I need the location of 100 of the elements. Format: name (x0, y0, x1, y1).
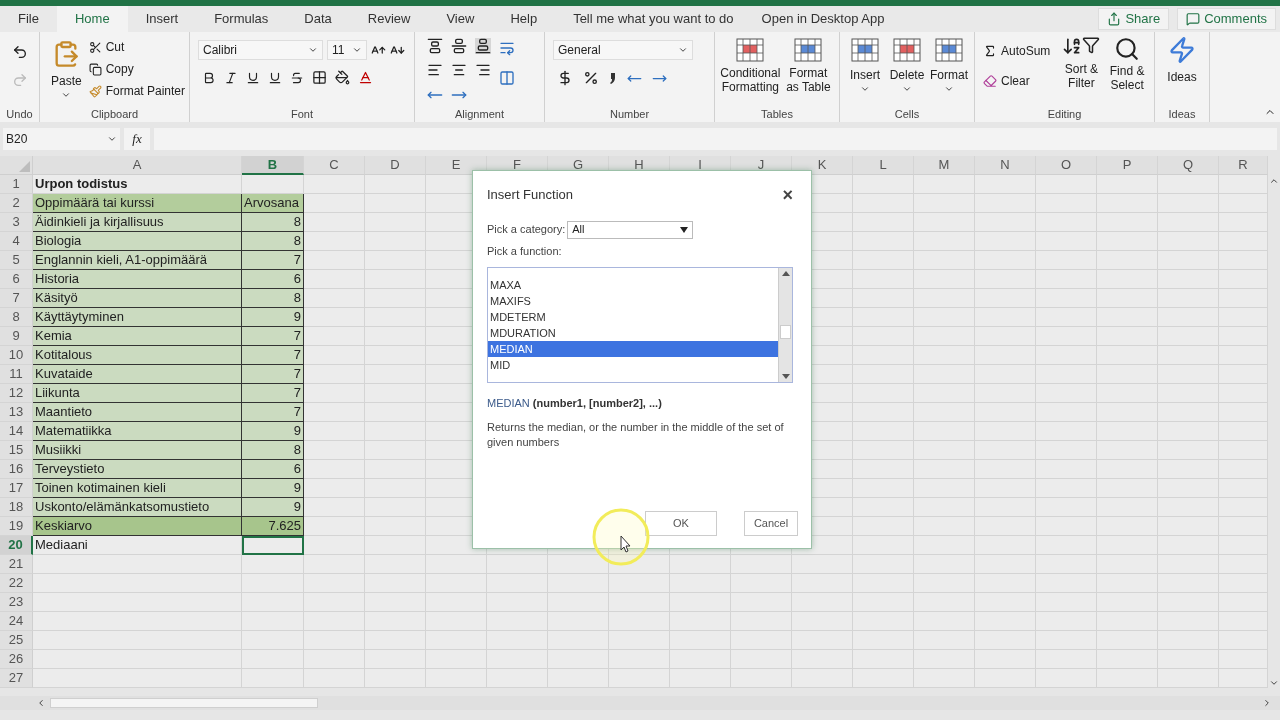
row-header[interactable]: 27 (0, 669, 33, 688)
empty-cell[interactable] (1036, 669, 1097, 688)
fill-color-icon[interactable] (335, 70, 350, 85)
empty-cell[interactable] (1036, 213, 1097, 232)
close-button[interactable]: × (782, 185, 793, 204)
empty-cell[interactable] (304, 536, 365, 555)
empty-cell[interactable] (1158, 441, 1219, 460)
empty-cell[interactable] (426, 612, 487, 631)
empty-cell[interactable] (1158, 422, 1219, 441)
row-header[interactable]: 19 (0, 517, 33, 536)
empty-cell[interactable] (1036, 650, 1097, 669)
empty-cell[interactable] (975, 175, 1036, 194)
empty-cell[interactable] (365, 175, 426, 194)
empty-cell[interactable] (1036, 327, 1097, 346)
empty-cell[interactable] (670, 631, 731, 650)
scrollbar-thumb[interactable] (50, 698, 318, 708)
empty-cell[interactable] (1158, 232, 1219, 251)
empty-cell[interactable] (1097, 536, 1158, 555)
row-header[interactable]: 13 (0, 403, 33, 422)
function-list-item[interactable]: MEDIAN (488, 341, 778, 357)
empty-cell[interactable] (792, 669, 853, 688)
empty-cell[interactable] (609, 593, 670, 612)
empty-cell[interactable] (365, 612, 426, 631)
empty-cell[interactable] (426, 593, 487, 612)
row-header[interactable]: 20 (0, 536, 33, 555)
function-list-item[interactable]: MID (488, 357, 778, 373)
empty-cell[interactable] (365, 574, 426, 593)
empty-cell[interactable] (1036, 593, 1097, 612)
empty-cell[interactable] (1158, 669, 1219, 688)
empty-cell[interactable] (426, 650, 487, 669)
empty-cell[interactable] (1097, 327, 1158, 346)
empty-cell[interactable] (609, 574, 670, 593)
empty-cell[interactable] (1158, 194, 1219, 213)
empty-cell[interactable] (1097, 555, 1158, 574)
borders-icon[interactable] (312, 70, 327, 85)
cancel-button[interactable]: Cancel (744, 511, 798, 536)
category-dropdown[interactable]: All (567, 220, 694, 239)
row-header[interactable]: 6 (0, 270, 33, 289)
empty-cell[interactable] (975, 213, 1036, 232)
empty-cell[interactable] (853, 327, 914, 346)
ideas-button[interactable]: Ideas (1159, 36, 1205, 106)
empty-cell[interactable] (1158, 289, 1219, 308)
empty-cell[interactable] (242, 593, 304, 612)
empty-cell[interactable] (365, 346, 426, 365)
empty-cell[interactable] (609, 650, 670, 669)
column-header[interactable]: B (242, 156, 304, 175)
cells-button[interactable]: Delete (886, 36, 928, 106)
format-painter-button[interactable]: Format Painter (88, 82, 185, 100)
empty-cell[interactable] (975, 251, 1036, 270)
empty-cell[interactable] (975, 498, 1036, 517)
font-color-icon[interactable] (358, 70, 373, 85)
empty-cell[interactable] (914, 346, 975, 365)
empty-cell[interactable] (853, 422, 914, 441)
empty-cell[interactable] (1158, 555, 1219, 574)
empty-cell[interactable] (1036, 517, 1097, 536)
empty-cell[interactable] (914, 213, 975, 232)
scroll-up-icon[interactable] (1269, 176, 1279, 186)
empty-cell[interactable] (548, 593, 609, 612)
cut-button[interactable]: Cut (88, 38, 185, 56)
wrap-text-icon[interactable] (499, 40, 515, 56)
empty-cell[interactable] (365, 669, 426, 688)
empty-cell[interactable] (975, 650, 1036, 669)
empty-cell[interactable] (914, 536, 975, 555)
empty-cell[interactable] (975, 631, 1036, 650)
column-header[interactable]: R (1219, 156, 1268, 175)
empty-cell[interactable] (1036, 479, 1097, 498)
empty-cell[interactable] (487, 612, 548, 631)
row-header[interactable]: 11 (0, 365, 33, 384)
empty-cell[interactable] (914, 175, 975, 194)
empty-cell[interactable] (609, 555, 670, 574)
strikethrough-icon[interactable] (290, 70, 304, 85)
empty-cell[interactable] (853, 631, 914, 650)
empty-cell[interactable] (975, 593, 1036, 612)
row-header[interactable]: 4 (0, 232, 33, 251)
empty-cell[interactable] (1097, 175, 1158, 194)
empty-cell[interactable] (487, 669, 548, 688)
empty-cell[interactable] (914, 232, 975, 251)
cells-button[interactable]: Format (928, 36, 970, 106)
font-name-dropdown[interactable]: Calibri (198, 40, 323, 60)
ribbon-tab[interactable]: Home (56, 6, 128, 32)
cells-button[interactable]: Insert (844, 36, 886, 106)
empty-cell[interactable] (914, 479, 975, 498)
empty-cell[interactable] (853, 612, 914, 631)
empty-cell[interactable] (670, 612, 731, 631)
row-header[interactable]: 2 (0, 194, 33, 213)
empty-cell[interactable] (1158, 536, 1219, 555)
empty-cell[interactable] (914, 612, 975, 631)
empty-cell[interactable] (548, 631, 609, 650)
empty-cell[interactable] (304, 669, 365, 688)
empty-cell[interactable] (1097, 403, 1158, 422)
empty-cell[interactable] (242, 669, 304, 688)
open-desktop-link[interactable]: Open in Desktop App (761, 9, 885, 29)
row-header[interactable]: 21 (0, 555, 33, 574)
empty-cell[interactable] (731, 631, 792, 650)
double-underline-icon[interactable] (268, 70, 282, 85)
empty-cell[interactable] (1036, 536, 1097, 555)
empty-cell[interactable] (853, 194, 914, 213)
empty-cell[interactable] (242, 612, 304, 631)
empty-cell[interactable] (1097, 441, 1158, 460)
empty-cell[interactable] (792, 631, 853, 650)
